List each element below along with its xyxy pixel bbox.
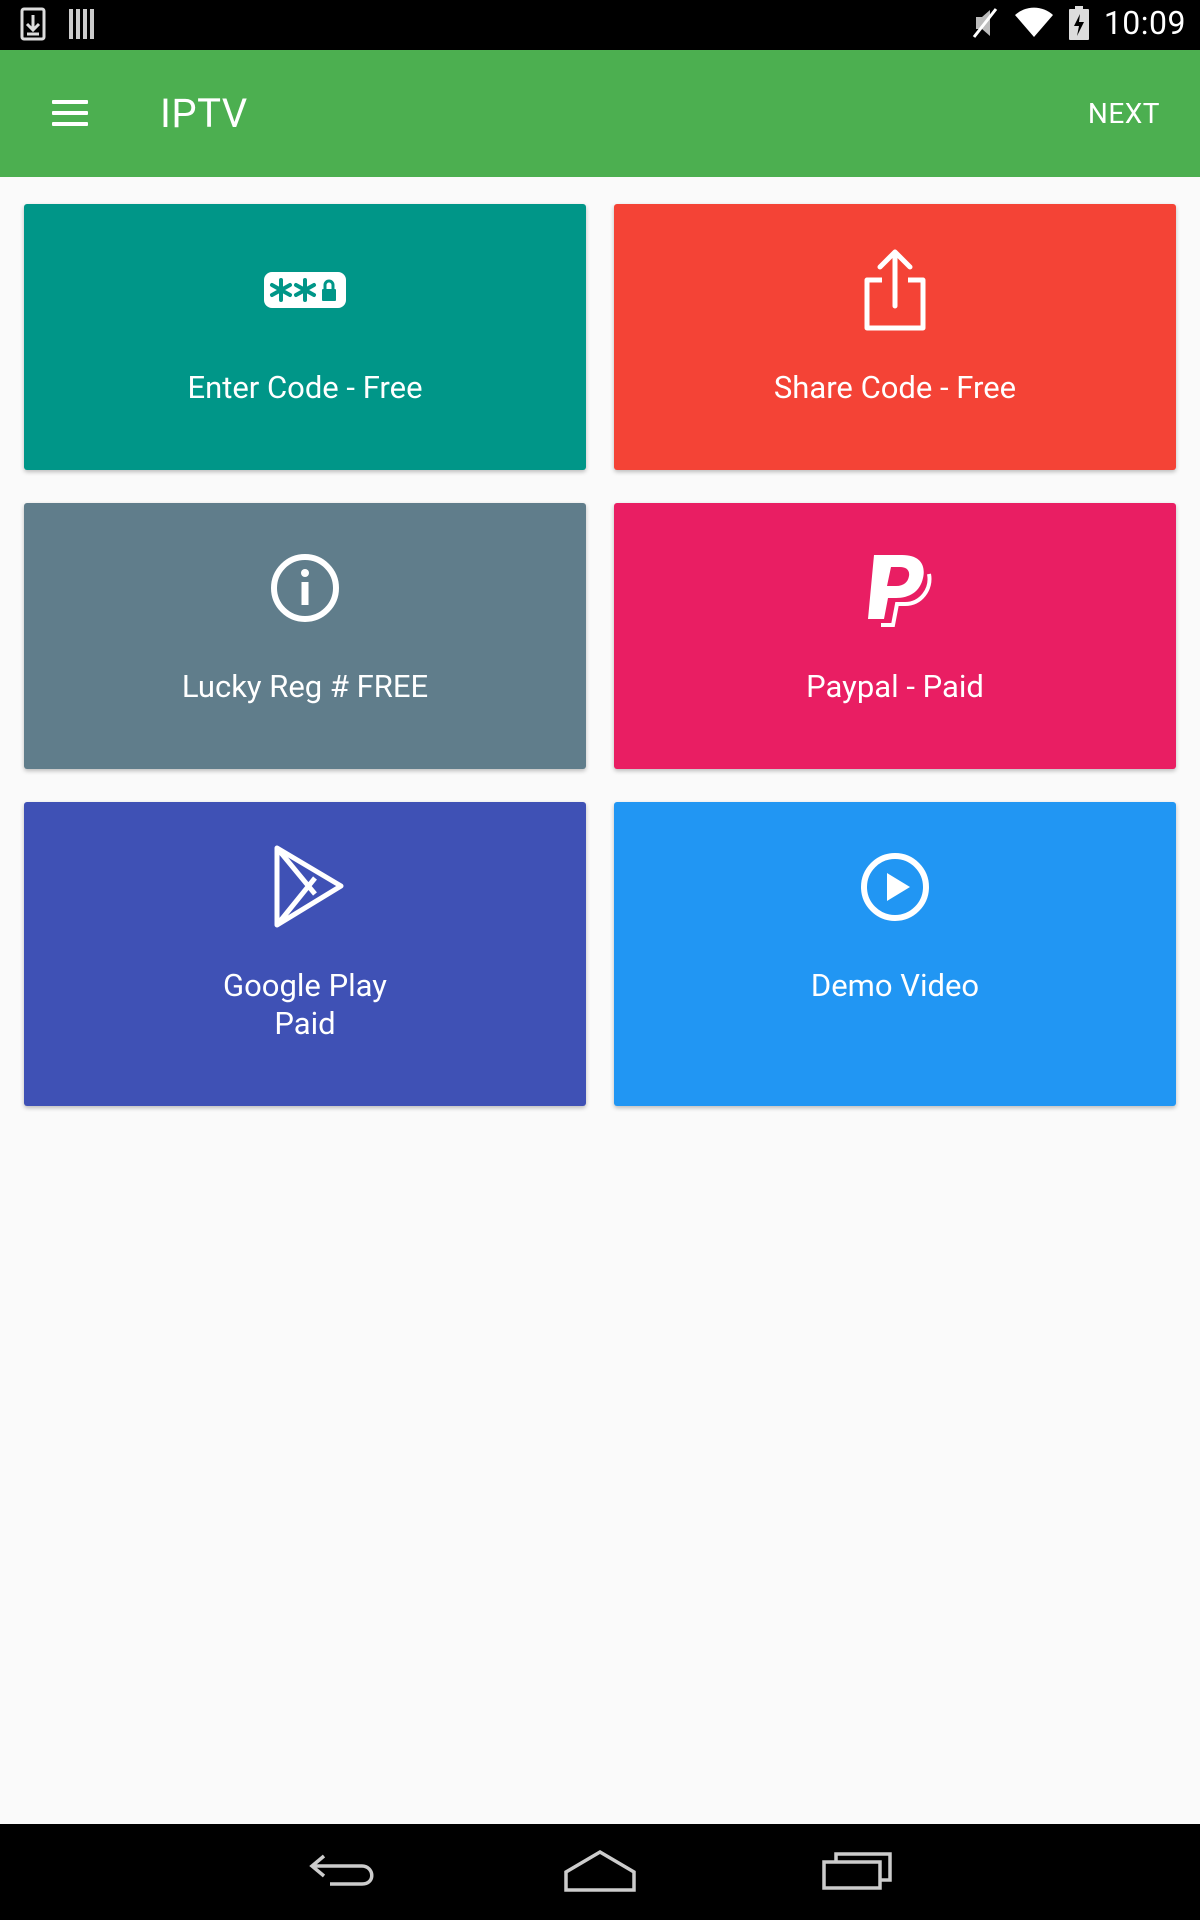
password-icon xyxy=(264,272,346,308)
paypal-tile[interactable]: Paypal - Paid xyxy=(614,503,1176,769)
next-button[interactable]: NEXT xyxy=(1088,97,1160,130)
status-right-icons: 10:09 xyxy=(970,4,1186,42)
home-icon[interactable] xyxy=(560,1846,640,1896)
app-title: IPTV xyxy=(160,90,248,137)
tile-label: Lucky Reg # FREE xyxy=(181,668,429,705)
status-left-icons xyxy=(20,7,96,41)
barcode-icon xyxy=(69,9,94,39)
share-icon xyxy=(864,249,926,331)
tile-label: Enter Code - Free xyxy=(187,369,423,406)
tile-label: Share Code - Free xyxy=(773,369,1017,406)
recents-icon[interactable] xyxy=(818,1846,898,1896)
tile-label: Demo Video xyxy=(810,967,980,1004)
status-time: 10:09 xyxy=(1103,4,1186,42)
tile-label: Paypal - Paid xyxy=(806,668,984,705)
enter-code-tile[interactable]: Enter Code - Free xyxy=(24,204,586,470)
navigation-bar xyxy=(0,1824,1200,1920)
info-icon xyxy=(271,554,339,622)
menu-icon[interactable] xyxy=(50,94,90,134)
google-play-icon xyxy=(274,845,344,928)
battery-charging-icon xyxy=(1068,6,1089,40)
back-icon[interactable] xyxy=(304,1846,384,1896)
download-icon xyxy=(20,7,46,41)
mute-icon xyxy=(972,8,997,38)
play-circle-icon xyxy=(861,853,929,921)
tile-label: Google Play Paid xyxy=(223,967,387,1042)
wifi-icon xyxy=(1014,7,1053,37)
paypal-icon xyxy=(868,555,932,627)
demo-video-tile[interactable]: Demo Video xyxy=(614,802,1176,1106)
status-bar: 10:09 xyxy=(0,0,1200,50)
share-code-tile[interactable]: Share Code - Free xyxy=(614,204,1176,470)
lucky-reg-tile[interactable]: Lucky Reg # FREE xyxy=(24,503,586,769)
google-play-tile[interactable]: Google Play Paid xyxy=(24,802,586,1106)
app-bar: IPTV NEXT xyxy=(0,50,1200,177)
